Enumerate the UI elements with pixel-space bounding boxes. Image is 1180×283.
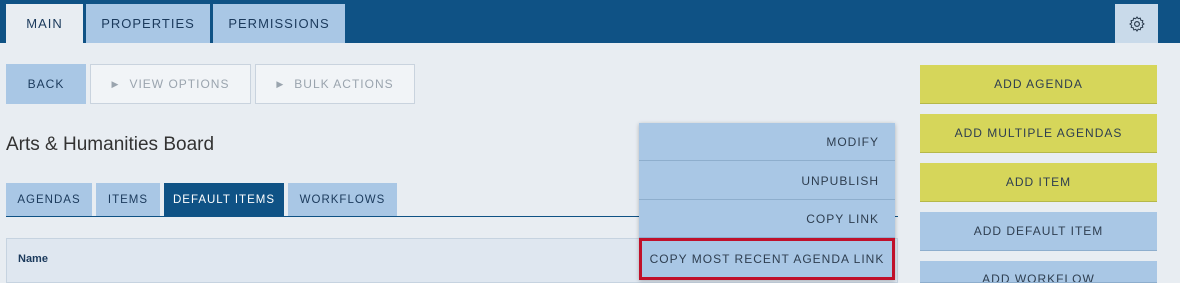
bulk-actions-label: BULK ACTIONS xyxy=(294,77,394,91)
menu-item-modify[interactable]: MODIFY xyxy=(639,123,895,161)
column-header-name[interactable]: Name xyxy=(18,253,48,265)
add-item-button[interactable]: ADD ITEM xyxy=(920,163,1157,202)
tab-default-items[interactable]: DEFAULT ITEMS xyxy=(164,183,284,216)
tab-workflows[interactable]: WORKFLOWS xyxy=(288,183,397,216)
view-options-button[interactable]: ▶ VIEW OPTIONS xyxy=(90,64,251,104)
menu-item-copy-most-recent-agenda-link[interactable]: COPY MOST RECENT AGENDA LINK xyxy=(639,238,895,280)
actions-dropdown-menu: MODIFY UNPUBLISH COPY LINK COPY MOST REC… xyxy=(639,123,895,280)
page-title: Arts & Humanities Board xyxy=(6,134,215,155)
add-multiple-agendas-button[interactable]: ADD MULTIPLE AGENDAS xyxy=(920,114,1157,153)
add-workflow-button[interactable]: ADD WORKFLOW xyxy=(920,261,1157,283)
back-button[interactable]: BACK xyxy=(6,64,86,104)
add-default-item-button[interactable]: ADD DEFAULT ITEM xyxy=(920,212,1157,251)
tab-items[interactable]: ITEMS xyxy=(96,183,160,216)
tab-permissions[interactable]: PERMISSIONS xyxy=(213,4,345,43)
menu-item-unpublish[interactable]: UNPUBLISH xyxy=(639,162,895,200)
triangle-right-icon: ▶ xyxy=(111,78,120,89)
gear-icon xyxy=(1128,15,1145,32)
add-agenda-button[interactable]: ADD AGENDA xyxy=(920,65,1157,104)
triangle-right-icon: ▶ xyxy=(276,78,285,89)
view-options-label: VIEW OPTIONS xyxy=(129,77,230,91)
bulk-actions-button[interactable]: ▶ BULK ACTIONS xyxy=(255,64,415,104)
settings-button[interactable] xyxy=(1115,4,1158,43)
top-navigation-bar: MAIN PROPERTIES PERMISSIONS xyxy=(0,0,1180,43)
menu-item-copy-link[interactable]: COPY LINK xyxy=(639,200,895,238)
tab-properties[interactable]: PROPERTIES xyxy=(86,4,210,43)
tab-main[interactable]: MAIN xyxy=(6,4,83,43)
tab-agendas[interactable]: AGENDAS xyxy=(6,183,92,216)
